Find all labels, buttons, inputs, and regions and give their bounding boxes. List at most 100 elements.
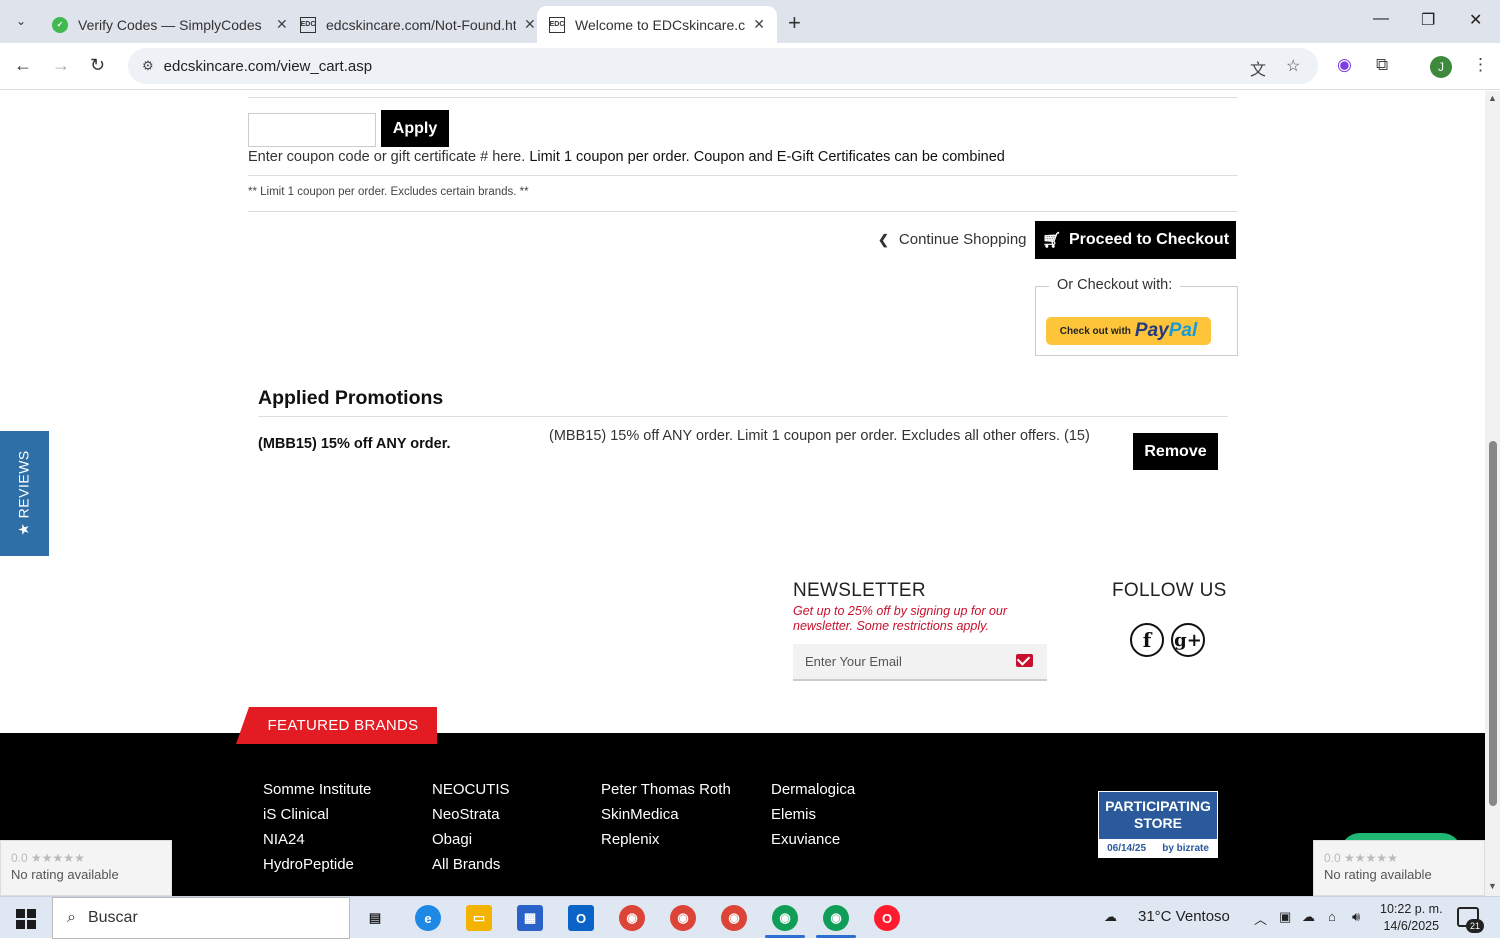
- address-bar[interactable]: ⚙ edcskincare.com/view_cart.asp 文 ☆: [128, 48, 1318, 84]
- google-plus-icon[interactable]: g+: [1171, 623, 1205, 657]
- task-view-icon[interactable]: ▤: [362, 905, 388, 931]
- rating-label: No rating available: [1324, 867, 1432, 882]
- brand-link[interactable]: Somme Institute: [263, 777, 371, 802]
- show-hidden-icons-chevron-icon[interactable]: ︿: [1254, 909, 1267, 928]
- proceed-to-checkout-button[interactable]: 🛒︎ Proceed to Checkout: [1035, 221, 1236, 259]
- browser-tab-welcome-active[interactable]: EDC Welcome to EDCskincare.com - ✕: [537, 6, 777, 43]
- coupon-code-input[interactable]: [248, 113, 376, 147]
- page-scrollbar[interactable]: ▲ ▼: [1485, 91, 1500, 896]
- clock-time: 10:22 p. m.: [1380, 902, 1443, 916]
- tab-title: Welcome to EDCskincare.com -: [575, 16, 746, 33]
- brand-link[interactable]: Obagi: [432, 827, 510, 852]
- restore-icon[interactable]: ❐: [1421, 10, 1435, 30]
- close-window-icon[interactable]: ✕: [1469, 10, 1482, 30]
- divider: [248, 97, 1238, 98]
- rating-widget-right[interactable]: 0.0 ★★★★★ No rating available: [1313, 840, 1485, 896]
- divider: [248, 211, 1238, 212]
- microsoft-store-icon[interactable]: ▦: [517, 905, 543, 931]
- minimize-icon[interactable]: —: [1373, 10, 1389, 28]
- brand-column-1: Somme Institute iS Clinical NIA24 HydroP…: [263, 777, 371, 877]
- newsletter-email-input[interactable]: Enter Your Email: [793, 644, 1047, 681]
- chrome-profile-5-icon[interactable]: ◉: [823, 905, 849, 931]
- continue-shopping-link[interactable]: ❮ Continue Shopping: [878, 231, 1027, 248]
- page-viewport: Apply Enter coupon code or gift certific…: [0, 91, 1485, 896]
- brand-link[interactable]: iS Clinical: [263, 802, 371, 827]
- coupon-help-text: Enter coupon code or gift certificate # …: [248, 149, 1005, 165]
- profile-avatar[interactable]: J: [1430, 56, 1452, 78]
- brand-link[interactable]: NeoStrata: [432, 802, 510, 827]
- windows-start-icon[interactable]: [16, 909, 36, 929]
- brand-link[interactable]: All Brands: [432, 852, 510, 877]
- site-info-icon[interactable]: ⚙: [142, 58, 154, 74]
- extension-icon[interactable]: ◉: [1337, 55, 1352, 75]
- file-explorer-icon[interactable]: ▭: [466, 905, 492, 931]
- newsletter-subtitle: Get up to 25% off by signing up for our …: [793, 604, 1008, 633]
- outlook-icon[interactable]: O: [568, 905, 594, 931]
- chrome-profile-4-icon[interactable]: ◉: [772, 905, 798, 931]
- brand-link[interactable]: Peter Thomas Roth: [601, 777, 731, 802]
- paypal-checkout-button[interactable]: Check out with PayPal: [1046, 317, 1211, 345]
- brand-link[interactable]: Replenix: [601, 827, 731, 852]
- continue-shopping-label: Continue Shopping: [898, 231, 1027, 248]
- edge-browser-icon[interactable]: e: [415, 905, 441, 931]
- promotion-name: (MBB15) 15% off ANY order.: [258, 436, 451, 452]
- new-tab-icon[interactable]: +: [788, 10, 801, 36]
- meet-now-icon[interactable]: ▣: [1279, 909, 1291, 925]
- opera-browser-icon[interactable]: O: [874, 905, 900, 931]
- brand-link[interactable]: NEOCUTIS: [432, 777, 510, 802]
- reviews-side-tab[interactable]: ★ REVIEWS: [0, 431, 49, 556]
- bizrate-badge[interactable]: PARTICIPATING STORE 06/14/25 by bizrate: [1098, 791, 1218, 858]
- network-icon[interactable]: ⌂: [1328, 909, 1336, 924]
- brand-link[interactable]: Elemis: [771, 802, 855, 827]
- chrome-profile-3-icon[interactable]: ◉: [721, 905, 747, 931]
- footer-brands-section: [0, 733, 1485, 896]
- brand-column-4: Dermalogica Elemis Exuviance: [771, 777, 855, 852]
- close-tab-icon[interactable]: ✕: [276, 16, 288, 33]
- taskbar-clock[interactable]: 10:22 p. m. 14/6/2025: [1380, 901, 1443, 935]
- facebook-icon[interactable]: f: [1130, 623, 1164, 657]
- coupon-help-bold: Limit 1 coupon per order. Coupon and E-G…: [529, 149, 1005, 165]
- divider: [258, 416, 1228, 417]
- scroll-down-icon[interactable]: ▼: [1488, 881, 1497, 891]
- brand-link[interactable]: HydroPeptide: [263, 852, 371, 877]
- featured-brands-tab-edge: [236, 707, 249, 744]
- follow-us-title: FOLLOW US: [1112, 580, 1227, 601]
- browser-tab-simplycodes[interactable]: ✓ Verify Codes — SimplyCodes ✕: [40, 6, 300, 43]
- brand-column-3: Peter Thomas Roth SkinMedica Replenix: [601, 777, 731, 852]
- brand-link[interactable]: SkinMedica: [601, 802, 731, 827]
- weather-icon[interactable]: ☁: [1104, 909, 1117, 925]
- brand-link[interactable]: NIA24: [263, 827, 371, 852]
- chrome-profile-1-icon[interactable]: ◉: [619, 905, 645, 931]
- scrollbar-thumb[interactable]: [1489, 441, 1497, 806]
- windows-taskbar: ⌕ Buscar ▤ e ▭ ▦ O ◉ ◉ ◉ ◉ ◉ O ☁ 31°C Ve…: [0, 896, 1500, 939]
- rating-widget-left[interactable]: 0.0 ★★★★★ No rating available: [0, 840, 172, 896]
- volume-icon[interactable]: 🔊︎: [1352, 909, 1360, 925]
- cart-icon: 🛒︎: [1041, 232, 1061, 249]
- reload-icon[interactable]: ↻: [90, 55, 105, 76]
- browser-menu-icon[interactable]: ⋮: [1472, 55, 1489, 75]
- apply-coupon-button[interactable]: Apply: [381, 110, 449, 147]
- envelope-icon[interactable]: [1016, 654, 1033, 667]
- back-arrow-icon[interactable]: ←: [14, 55, 32, 76]
- scroll-up-icon[interactable]: ▲: [1488, 93, 1497, 103]
- bookmark-star-icon[interactable]: ☆: [1286, 56, 1300, 76]
- forward-arrow-icon[interactable]: →: [52, 55, 70, 76]
- newsletter-placeholder: Enter Your Email: [805, 654, 902, 669]
- tab-search-chevron-icon[interactable]: ⌄: [8, 8, 34, 34]
- tab-title: Verify Codes — SimplyCodes: [78, 16, 262, 33]
- close-tab-icon[interactable]: ✕: [753, 16, 765, 33]
- close-tab-icon[interactable]: ✕: [524, 16, 536, 33]
- url-text[interactable]: edcskincare.com/view_cart.asp: [164, 58, 372, 75]
- onedrive-icon[interactable]: ☁: [1302, 909, 1315, 925]
- extensions-puzzle-icon[interactable]: ⧉: [1376, 55, 1388, 75]
- weather-text[interactable]: 31°C Ventoso: [1138, 908, 1230, 925]
- browser-tab-not-found[interactable]: EDC edcskincare.com/Not-Found.ht ✕: [288, 6, 548, 43]
- brand-link[interactable]: Dermalogica: [771, 777, 855, 802]
- browser-tab-bar: ⌄ ✓ Verify Codes — SimplyCodes ✕ EDC edc…: [0, 0, 1500, 43]
- chrome-profile-2-icon[interactable]: ◉: [670, 905, 696, 931]
- remove-promotion-button[interactable]: Remove: [1133, 433, 1218, 470]
- taskbar-search-box[interactable]: ⌕ Buscar: [52, 897, 350, 939]
- reviews-tab-label: ★ REVIEWS: [15, 450, 32, 536]
- translate-icon[interactable]: 文: [1250, 56, 1266, 80]
- brand-link[interactable]: Exuviance: [771, 827, 855, 852]
